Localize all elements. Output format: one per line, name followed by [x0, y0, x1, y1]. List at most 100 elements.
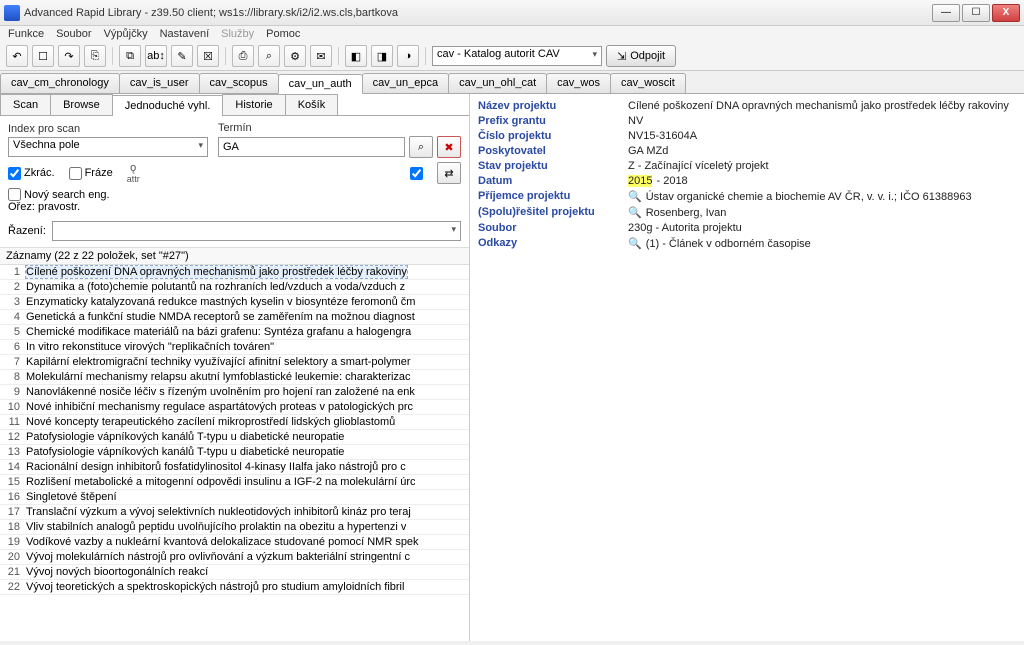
tb-copy-icon[interactable]: ⎘ [84, 45, 106, 67]
tb-panel1-icon[interactable]: ◧ [345, 45, 367, 67]
tb-panel2-icon[interactable]: ◨ [371, 45, 393, 67]
record-row[interactable]: 16Singletové štěpení [0, 490, 469, 505]
record-text: Cílené poškození DNA opravných mechanism… [26, 266, 407, 278]
zkrac-check[interactable]: Zkrác. [8, 167, 55, 180]
record-text: Translační výzkum a vývoj selektivních n… [26, 506, 411, 518]
d-res-v[interactable]: Rosenberg, Ivan [646, 207, 727, 219]
tb-print-icon[interactable]: ⎙ [232, 45, 254, 67]
record-num: 6 [4, 341, 26, 353]
record-text: Patofysiologie vápníkových kanálů T-typu… [26, 446, 344, 458]
term-label: Termín [218, 122, 461, 134]
record-row[interactable]: 22Vývoj teoretických a spektroskopických… [0, 580, 469, 595]
tb-find-icon[interactable]: ⌕ [258, 45, 280, 67]
menu-soubor[interactable]: Soubor [56, 28, 91, 40]
check-enable[interactable] [410, 167, 423, 180]
tb-sort-icon[interactable]: ab↕ [145, 45, 167, 67]
d-cislo-l: Číslo projektu [478, 130, 628, 142]
subtab-2[interactable]: Jednoduché vyhl. [112, 95, 224, 116]
main-tab-cav_scopus[interactable]: cav_scopus [199, 73, 279, 93]
record-num: 10 [4, 401, 26, 413]
record-row[interactable]: 1Cílené poškození DNA opravných mechanis… [0, 265, 469, 280]
magnifier-icon[interactable]: 🔍 [628, 237, 642, 250]
record-num: 13 [4, 446, 26, 458]
record-row[interactable]: 9Nanovlákenné nosiče léčiv s řízeným uvo… [0, 385, 469, 400]
menu-nastaveni[interactable]: Nastavení [160, 28, 210, 40]
records-list[interactable]: 1Cílené poškození DNA opravných mechanis… [0, 265, 469, 641]
record-row[interactable]: 15Rozlišení metabolické a mitogenní odpo… [0, 475, 469, 490]
record-row[interactable]: 14Racionální design inhibitorů fosfatidy… [0, 460, 469, 475]
main-tab-cav_cm_chronology[interactable]: cav_cm_chronology [0, 73, 120, 93]
record-row[interactable]: 3Enzymaticky katalyzovaná redukce mastný… [0, 295, 469, 310]
record-row[interactable]: 7Kapilární elektromigrační techniky využ… [0, 355, 469, 370]
maximize-button[interactable]: ☐ [962, 4, 990, 22]
tb-edit-icon[interactable]: ✎ [171, 45, 193, 67]
record-row[interactable]: 10Nové inhibiční mechanismy regulace asp… [0, 400, 469, 415]
subtab-4[interactable]: Košík [285, 94, 339, 115]
term-input[interactable] [218, 137, 405, 157]
novy-check[interactable]: Nový search eng. [8, 188, 110, 201]
menu-vypujcky[interactable]: Výpůjčky [104, 28, 148, 40]
record-row[interactable]: 5Chemické modifikace materiálů na bázi g… [0, 325, 469, 340]
menu-pomoc[interactable]: Pomoc [266, 28, 300, 40]
menu-funkce[interactable]: Funkce [8, 28, 44, 40]
subtab-0[interactable]: Scan [0, 94, 51, 115]
main-tab-cav_is_user[interactable]: cav_is_user [119, 73, 200, 93]
index-combo[interactable]: Všechna pole [8, 137, 208, 157]
d-prij-v[interactable]: Ústav organické chemie a biochemie AV ČR… [646, 191, 972, 203]
tb-back-icon[interactable]: ↶ [6, 45, 28, 67]
record-text: Nanovlákenné nosiče léčiv s řízeným uvol… [26, 386, 415, 398]
record-row[interactable]: 2Dynamika a (foto)chemie polutantů na ro… [0, 280, 469, 295]
catalog-combo[interactable]: cav - Katalog autorit CAV [432, 46, 602, 66]
record-num: 11 [4, 416, 26, 428]
record-row[interactable]: 20Vývoj molekulárních nástrojů pro ovliv… [0, 550, 469, 565]
swap-button[interactable]: ⇄ [437, 162, 461, 184]
magnifier-icon[interactable]: 🔍 [628, 190, 642, 203]
record-row[interactable]: 13Patofysiologie vápníkových kanálů T-ty… [0, 445, 469, 460]
tb-new-icon[interactable]: ☐ [32, 45, 54, 67]
disconnect-button[interactable]: ⇲ Odpojit [606, 45, 676, 67]
record-row[interactable]: 6In vitro rekonstituce virových "replika… [0, 340, 469, 355]
record-num: 15 [4, 476, 26, 488]
subtab-1[interactable]: Browse [50, 94, 113, 115]
tb-stack-icon[interactable]: ⧉ [119, 45, 141, 67]
record-num: 14 [4, 461, 26, 473]
record-row[interactable]: 17Translační výzkum a vývoj selektivních… [0, 505, 469, 520]
d-odkazy-v[interactable]: (1) - Článek v odborném časopise [646, 238, 811, 250]
tb-forward-icon[interactable]: ↷ [58, 45, 80, 67]
detail-panel: Název projektuCílené poškození DNA oprav… [470, 94, 1024, 641]
record-row[interactable]: 8Molekulární mechanismy relapsu akutní l… [0, 370, 469, 385]
d-prefix-l: Prefix grantu [478, 115, 628, 127]
record-row[interactable]: 11Nové koncepty terapeutického zacílení … [0, 415, 469, 430]
magnifier-icon[interactable]: 🔍 [628, 206, 642, 219]
record-row[interactable]: 18Vliv stabilních analogů peptidu uvolňu… [0, 520, 469, 535]
attr-icon[interactable]: ǫ [130, 162, 136, 174]
main-tab-cav_un_ohl_cat[interactable]: cav_un_ohl_cat [448, 73, 547, 93]
sort-combo[interactable] [52, 221, 461, 241]
clear-button[interactable]: ✖ [437, 136, 461, 158]
record-row[interactable]: 19Vodíkové vazby a nukleární kvantová de… [0, 535, 469, 550]
close-button[interactable]: X [992, 4, 1020, 22]
tb-delete-icon[interactable]: ☒ [197, 45, 219, 67]
main-tab-cav_un_auth[interactable]: cav_un_auth [278, 74, 363, 94]
search-button[interactable]: ⌕ [409, 136, 433, 158]
record-num: 17 [4, 506, 26, 518]
tb-mail-icon[interactable]: ✉ [310, 45, 332, 67]
record-row[interactable]: 4Genetická a funkční studie NMDA recepto… [0, 310, 469, 325]
record-text: Patofysiologie vápníkových kanálů T-typu… [26, 431, 344, 443]
fraze-check[interactable]: Fráze [69, 167, 113, 180]
tb-settings-icon[interactable]: ⚙ [284, 45, 306, 67]
record-num: 22 [4, 581, 26, 593]
orez-label: Ořez: pravostr. [8, 201, 80, 213]
minimize-button[interactable]: — [932, 4, 960, 22]
main-tab-cav_wos[interactable]: cav_wos [546, 73, 611, 93]
main-tab-cav_woscit[interactable]: cav_woscit [610, 73, 686, 93]
disconnect-label: Odpojit [630, 50, 665, 62]
tb-panel3-icon[interactable]: ◑ [397, 45, 419, 67]
d-cislo-v: NV15-31604A [628, 130, 1016, 142]
record-row[interactable]: 12Patofysiologie vápníkových kanálů T-ty… [0, 430, 469, 445]
record-num: 1 [4, 266, 26, 278]
record-row[interactable]: 21Vývoj nových bioortogonálních reakcí [0, 565, 469, 580]
record-num: 8 [4, 371, 26, 383]
main-tab-cav_un_epca[interactable]: cav_un_epca [362, 73, 449, 93]
subtab-3[interactable]: Historie [222, 94, 285, 115]
